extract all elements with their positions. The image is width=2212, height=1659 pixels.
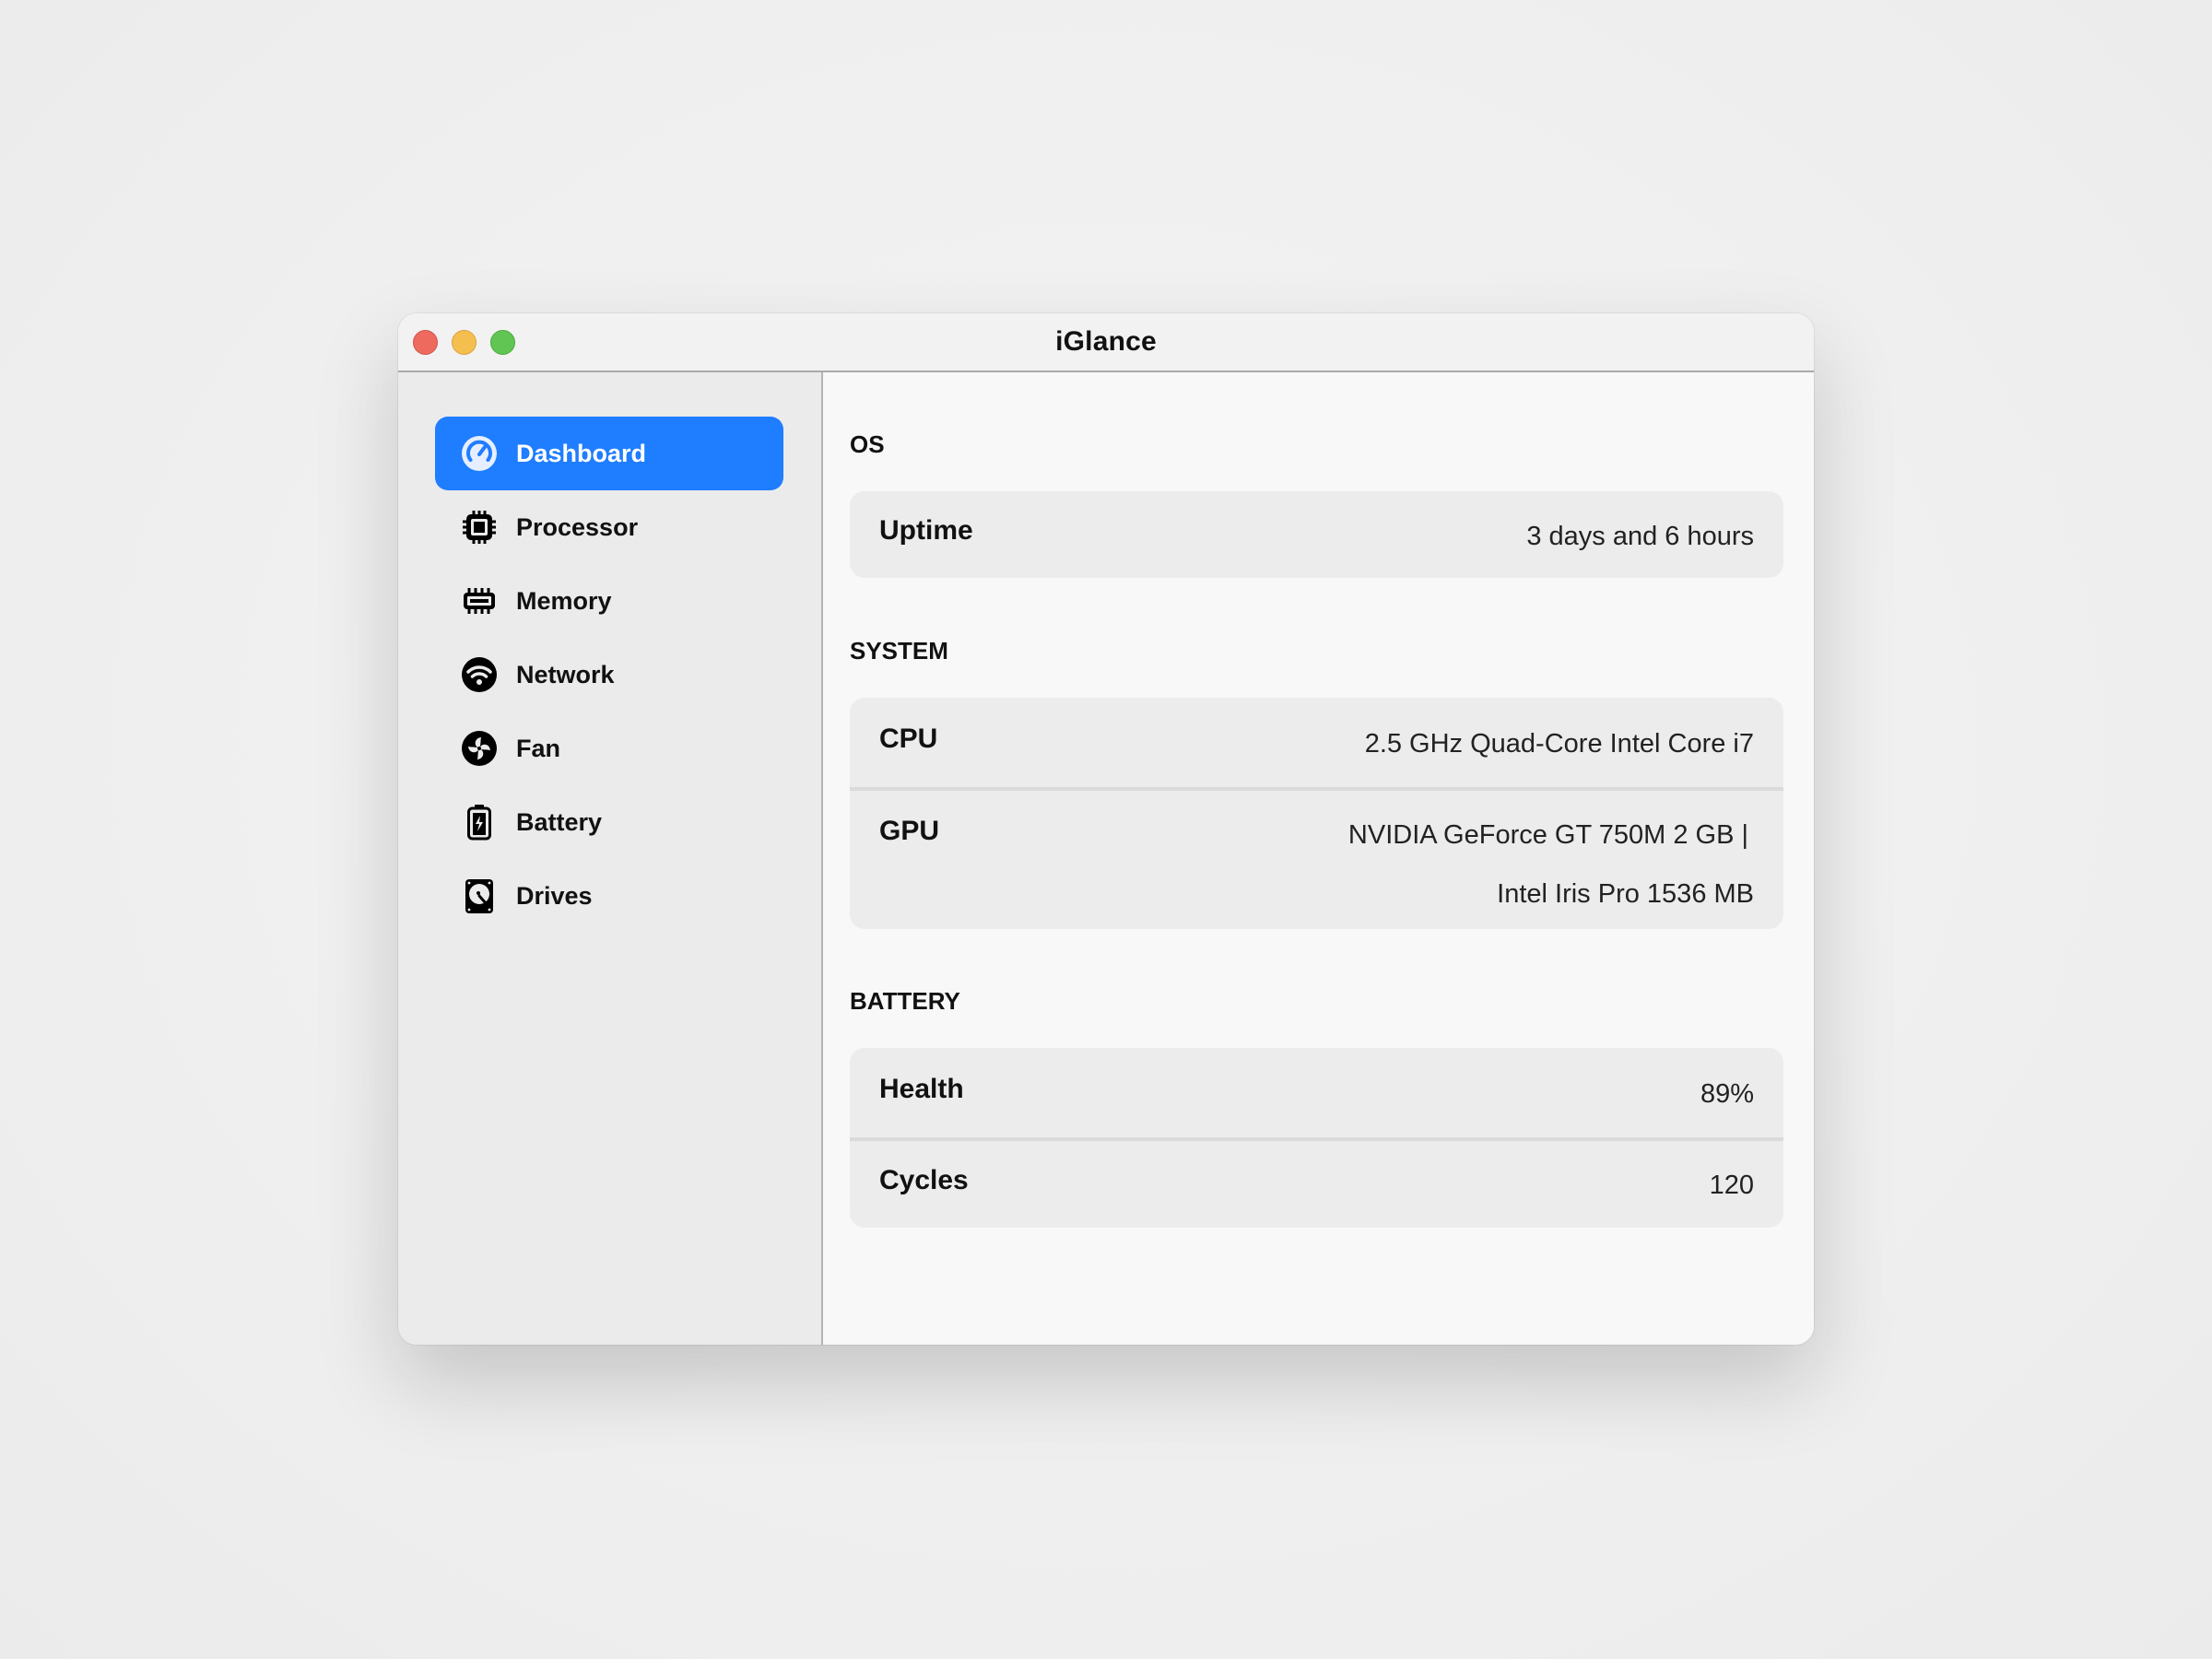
row-value-line-1: NVIDIA GeForce GT 750M 2 GB | xyxy=(1347,820,1748,850)
title-bar: iGlance xyxy=(398,313,1814,372)
memory-module-icon xyxy=(460,582,499,620)
fan-icon xyxy=(460,729,499,768)
row-value-line-2: Intel Iris Pro 1536 MB xyxy=(1497,879,1754,909)
sidebar-item-label: Fan xyxy=(516,734,561,762)
sidebar-item-network[interactable]: Network xyxy=(435,638,783,712)
sidebar-item-battery[interactable]: Battery xyxy=(435,785,783,859)
sidebar-item-memory[interactable]: Memory xyxy=(435,564,783,638)
section-title-system: SYSTEM xyxy=(850,637,948,665)
wifi-icon xyxy=(460,655,499,694)
sidebar-item-label: Memory xyxy=(516,586,612,615)
row-key: Cycles xyxy=(879,1165,969,1195)
sidebar-item-processor[interactable]: Processor xyxy=(435,490,783,564)
sidebar-item-fan[interactable]: Fan xyxy=(435,712,783,785)
sidebar-item-dashboard[interactable]: Dashboard xyxy=(435,417,783,490)
os-card: Uptime 3 days and 6 hours xyxy=(850,491,1783,578)
row-key: GPU xyxy=(879,816,940,846)
sidebar-item-label: Drives xyxy=(516,881,593,910)
row-value: 89% xyxy=(1700,1079,1754,1109)
section-title-battery: BATTERY xyxy=(850,987,960,1015)
info-row-uptime: Uptime 3 days and 6 hours xyxy=(850,491,1783,578)
row-key: Uptime xyxy=(879,515,973,546)
sidebar-item-label: Processor xyxy=(516,512,639,541)
row-key: Health xyxy=(879,1074,964,1104)
row-value: 120 xyxy=(1709,1171,1754,1200)
info-row-cpu: CPU 2.5 GHz Quad-Core Intel Core i7 xyxy=(850,698,1783,787)
sidebar-item-label: Dashboard xyxy=(516,439,647,467)
battery-card: Health 89% Cycles 120 xyxy=(850,1048,1783,1228)
processor-chip-icon xyxy=(460,508,499,547)
info-row-health: Health 89% xyxy=(850,1048,1783,1137)
sidebar-item-drives[interactable]: Drives xyxy=(435,859,783,933)
row-value: 2.5 GHz Quad-Core Intel Core i7 xyxy=(1364,729,1754,759)
sidebar-item-label: Battery xyxy=(516,807,603,836)
row-value: 3 days and 6 hours xyxy=(1526,522,1754,551)
dashboard-content: OS Uptime 3 days and 6 hours SYSTEM CPU … xyxy=(823,372,1814,1345)
hard-drive-icon xyxy=(460,877,499,915)
system-card: CPU 2.5 GHz Quad-Core Intel Core i7 GPU … xyxy=(850,698,1783,929)
sidebar-item-label: Network xyxy=(516,660,615,688)
app-window: iGlance Dashboard Processor Memory Netwo… xyxy=(398,313,1814,1345)
info-row-cycles: Cycles 120 xyxy=(850,1137,1783,1228)
sidebar: Dashboard Processor Memory Network Fan B… xyxy=(398,372,823,1345)
window-title: iGlance xyxy=(1055,326,1157,357)
battery-icon xyxy=(460,803,499,841)
dashboard-gauge-icon xyxy=(460,434,499,473)
section-title-os: OS xyxy=(850,430,885,458)
row-key: CPU xyxy=(879,724,938,754)
info-row-gpu: GPU NVIDIA GeForce GT 750M 2 GB | Intel … xyxy=(850,787,1783,929)
